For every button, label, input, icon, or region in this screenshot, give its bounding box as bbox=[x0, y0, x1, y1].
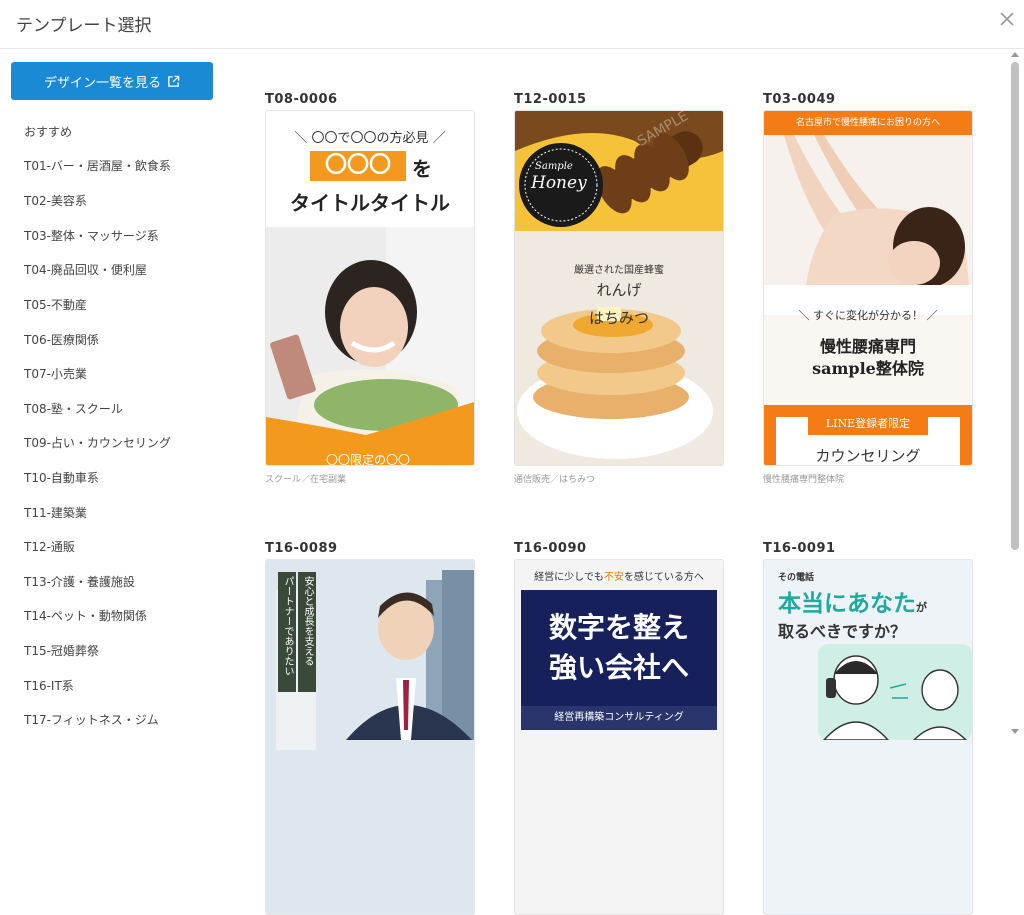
template-caption: 通信販売／はちみつ bbox=[514, 475, 596, 485]
thumb-text: Sample bbox=[535, 161, 573, 172]
category-t15[interactable]: T15-冠婚葬祭 bbox=[24, 642, 99, 659]
thumb-headline: 本当にあなたが bbox=[778, 584, 927, 618]
category-t17[interactable]: T17-フィットネス・ジム bbox=[24, 711, 159, 728]
thumb-text: はちみつ bbox=[588, 309, 649, 327]
category-t14[interactable]: T14-ペット・動物関係 bbox=[24, 607, 147, 624]
dialog-header: テンプレート選択 bbox=[0, 0, 1024, 49]
thumb-text: 不安 bbox=[603, 572, 624, 583]
thumb-text: 取るべきですか？ bbox=[778, 622, 907, 641]
category-t06[interactable]: T06-医療関係 bbox=[24, 331, 99, 348]
thumb-text: パートナーでありたい bbox=[282, 576, 293, 676]
thumb-photo bbox=[266, 227, 474, 465]
template-thumbnail[interactable]: 経営に少しでも不安を感じている方へ 数字を整え 強い会社へ 経営再構築コンサルテ… bbox=[514, 559, 724, 915]
thumb-text: 強い会社へ bbox=[548, 651, 689, 684]
category-t05[interactable]: T05-不動産 bbox=[24, 296, 87, 313]
thumb-text: 本当にあなた bbox=[778, 591, 916, 617]
template-code: T12-0015 bbox=[514, 92, 587, 107]
template-thumbnail[interactable]: 名古屋市で慢性腰痛にお困りの方へ ＼ すぐに変化が分かる！ ／ 慢性腰痛専門 s… bbox=[763, 110, 973, 466]
thumb-text: 名古屋市で慢性腰痛にお困りの方へ bbox=[764, 111, 972, 135]
dialog-title: テンプレート選択 bbox=[16, 16, 152, 36]
thumb-text: 慢性腰痛専門 bbox=[819, 337, 916, 356]
thumb-text: その電話 bbox=[778, 573, 815, 583]
template-card[interactable]: T12-0015 Sample Honey 厳選された国産蜂蜜 れんげ はちみつ… bbox=[514, 92, 724, 485]
view-design-list-button[interactable]: デザイン一覧を見る bbox=[11, 62, 213, 100]
category-t02[interactable]: T02-美容系 bbox=[24, 192, 87, 209]
view-design-list-label: デザイン一覧を見る bbox=[43, 75, 161, 91]
thumb-text: を感じている方へ bbox=[623, 572, 704, 583]
template-caption: スクール／在宅副業 bbox=[265, 475, 347, 485]
template-thumbnail[interactable]: 安心と成長を支える パートナーでありたい bbox=[265, 559, 475, 915]
template-code: T03-0049 bbox=[763, 92, 836, 107]
thumb-text: LINE登録者限定 bbox=[808, 413, 928, 435]
scroll-down-icon[interactable] bbox=[1011, 729, 1019, 734]
thumb-text: れんげ bbox=[596, 281, 642, 299]
thumb-text: 〇〇〇 bbox=[310, 151, 406, 181]
template-thumbnail[interactable]: その電話 本当にあなたが 取るべきですか？ bbox=[763, 559, 973, 915]
template-card[interactable]: T16-0091 その電話 本当にあなたが 取るべきですか？ bbox=[763, 541, 973, 915]
template-card[interactable]: T16-0089 安心と成長を支える パートナーでありたい bbox=[265, 541, 475, 915]
template-code: T08-0006 bbox=[265, 92, 338, 107]
thumb-text: 安心と成長を支える bbox=[302, 576, 313, 666]
thumb-text: カウンセリング bbox=[815, 447, 921, 465]
template-thumbnail[interactable]: ＼ 〇〇で〇〇の方必見 ／ 〇〇〇 を タイトルタイトル 〇〇限定の〇〇 bbox=[265, 110, 475, 466]
close-icon[interactable] bbox=[996, 10, 1018, 32]
category-t08[interactable]: T08-塾・スクール bbox=[24, 400, 123, 417]
template-code: T16-0090 bbox=[514, 541, 587, 556]
template-thumbnail[interactable]: Sample Honey 厳選された国産蜂蜜 れんげ はちみつ SAMPLE bbox=[514, 110, 724, 466]
thumb-text: sample整体院 bbox=[812, 359, 924, 378]
thumb-text: ＼ すぐに変化が分かる！ ／ bbox=[798, 309, 938, 322]
thumb-text: 経営に少しでも bbox=[534, 572, 604, 583]
thumb-text: を bbox=[412, 157, 432, 181]
thumb-text: タイトルタイトル bbox=[290, 191, 450, 215]
thumb-text: 厳選された国産蜂蜜 bbox=[574, 265, 664, 276]
thumb-text: 数字を整え bbox=[548, 611, 689, 644]
template-code: T16-0089 bbox=[265, 541, 338, 556]
category-t11[interactable]: T11-建築業 bbox=[24, 504, 87, 521]
thumb-headline: 経営に少しでも不安を感じている方へ bbox=[515, 568, 723, 583]
category-t04[interactable]: T04-廃品回収・便利屋 bbox=[24, 261, 147, 278]
external-link-icon bbox=[168, 75, 180, 87]
category-recommended[interactable]: おすすめ bbox=[24, 123, 72, 140]
category-t03[interactable]: T03-整体・マッサージ系 bbox=[24, 227, 159, 244]
category-t13[interactable]: T13-介護・養護施設 bbox=[24, 573, 135, 590]
template-card[interactable]: T08-0006 ＼ 〇〇で〇〇の方必見 ／ 〇〇〇 を タイトルタイトル 〇〇… bbox=[265, 92, 475, 485]
category-t01[interactable]: T01-バー・居酒屋・飲食系 bbox=[24, 157, 171, 174]
thumb-text: Honey bbox=[531, 173, 587, 193]
category-t16[interactable]: T16-IT系 bbox=[24, 677, 74, 694]
template-caption: 慢性腰痛専門整体院 bbox=[763, 475, 845, 485]
thumb-text: 〇〇限定の〇〇 bbox=[326, 453, 411, 466]
thumb-photo bbox=[764, 135, 972, 315]
thumb-text: ＼ 〇〇で〇〇の方必見 ／ bbox=[294, 131, 446, 146]
scroll-up-icon[interactable] bbox=[1011, 52, 1019, 57]
category-t09[interactable]: T09-占い・カウンセリング bbox=[24, 434, 171, 451]
thumb-text: 経営再構築コンサルティング bbox=[521, 706, 717, 730]
template-grid: T08-0006 ＼ 〇〇で〇〇の方必見 ／ 〇〇〇 を タイトルタイトル 〇〇… bbox=[230, 50, 1010, 915]
category-t10[interactable]: T10-自動車系 bbox=[24, 469, 99, 486]
category-t12[interactable]: T12-通販 bbox=[24, 538, 75, 555]
grid-scrollbar[interactable] bbox=[1008, 50, 1022, 736]
template-card[interactable]: T16-0090 経営に少しでも不安を感じている方へ 数字を整え 強い会社へ 経… bbox=[514, 541, 724, 915]
template-code: T16-0091 bbox=[763, 541, 836, 556]
template-card[interactable]: T03-0049 名古屋市で慢性腰痛にお困りの方へ ＼ すぐに変化が分かる！ ／… bbox=[763, 92, 973, 485]
thumb-illustration bbox=[818, 644, 972, 740]
category-sidebar: デザイン一覧を見る おすすめ T01-バー・居酒屋・飲食系 T02-美容系 T0… bbox=[0, 50, 230, 736]
category-t07[interactable]: T07-小売業 bbox=[24, 365, 87, 382]
scrollbar-thumb[interactable] bbox=[1011, 62, 1019, 550]
thumb-text: が bbox=[916, 601, 927, 614]
